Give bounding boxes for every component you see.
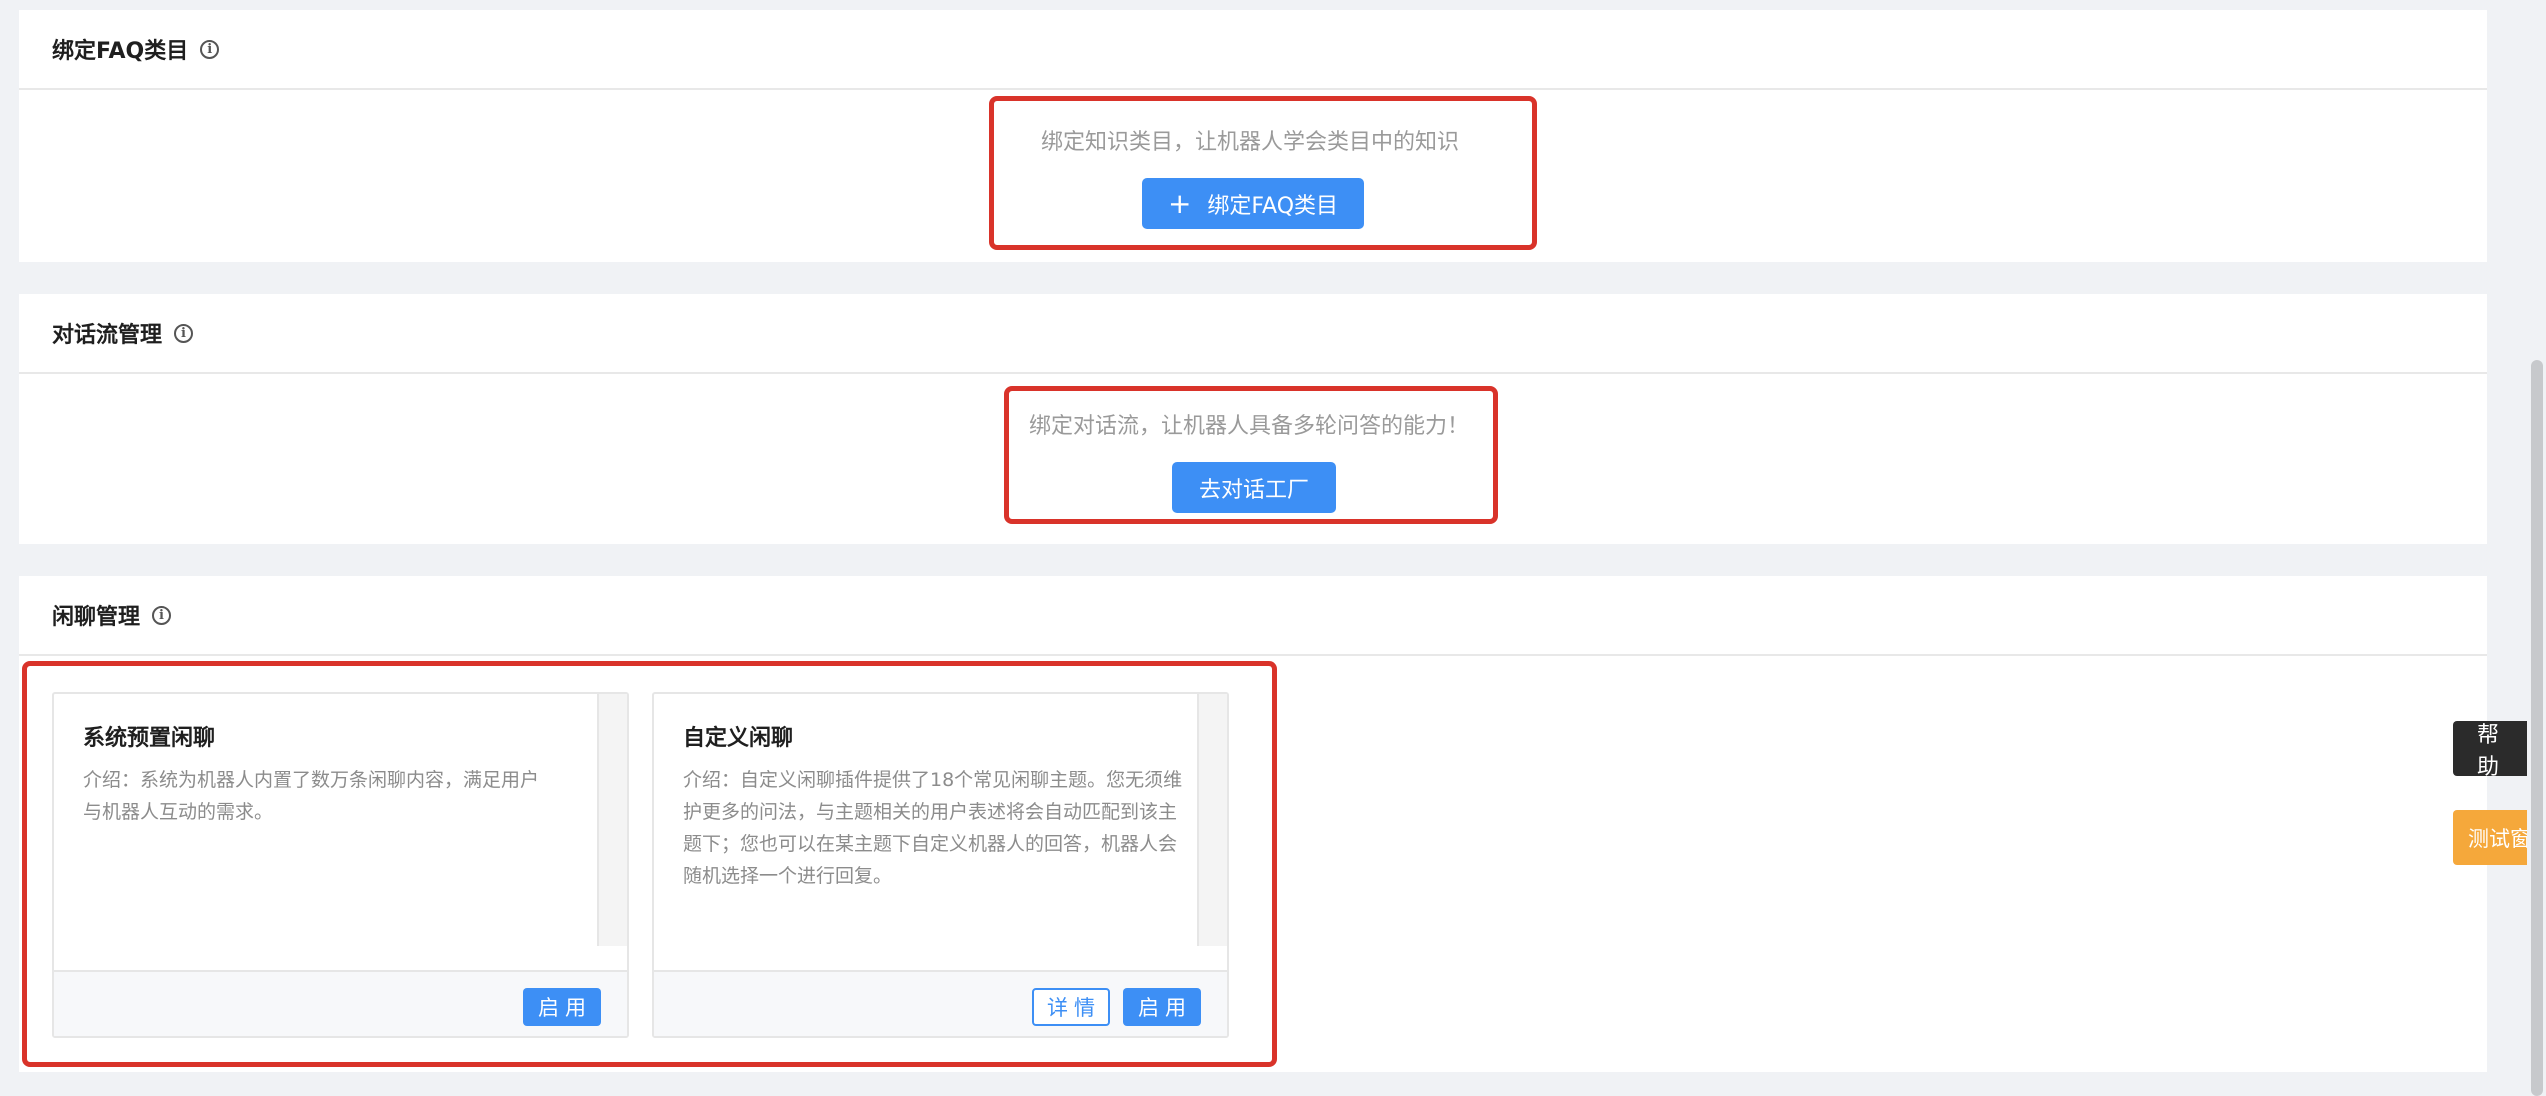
highlight-box-dialog-flow xyxy=(1004,386,1498,524)
page-scrollbar-thumb[interactable] xyxy=(2531,360,2543,1096)
info-circle-icon[interactable]: i xyxy=(200,39,220,59)
highlight-box-chitchat xyxy=(22,661,1277,1067)
chitchat-header: 闲聊管理 i xyxy=(19,576,2487,656)
info-circle-icon[interactable]: i xyxy=(174,323,194,343)
dialog-flow-header: 对话流管理 i xyxy=(19,294,2487,374)
dialog-flow-title: 对话流管理 xyxy=(52,323,163,348)
highlight-box-faq xyxy=(989,96,1537,250)
faq-category-title: 绑定FAQ类目 xyxy=(52,39,189,64)
faq-category-header: 绑定FAQ类目 i xyxy=(19,10,2487,90)
chitchat-title: 闲聊管理 xyxy=(52,605,141,630)
info-circle-icon[interactable]: i xyxy=(152,605,172,625)
